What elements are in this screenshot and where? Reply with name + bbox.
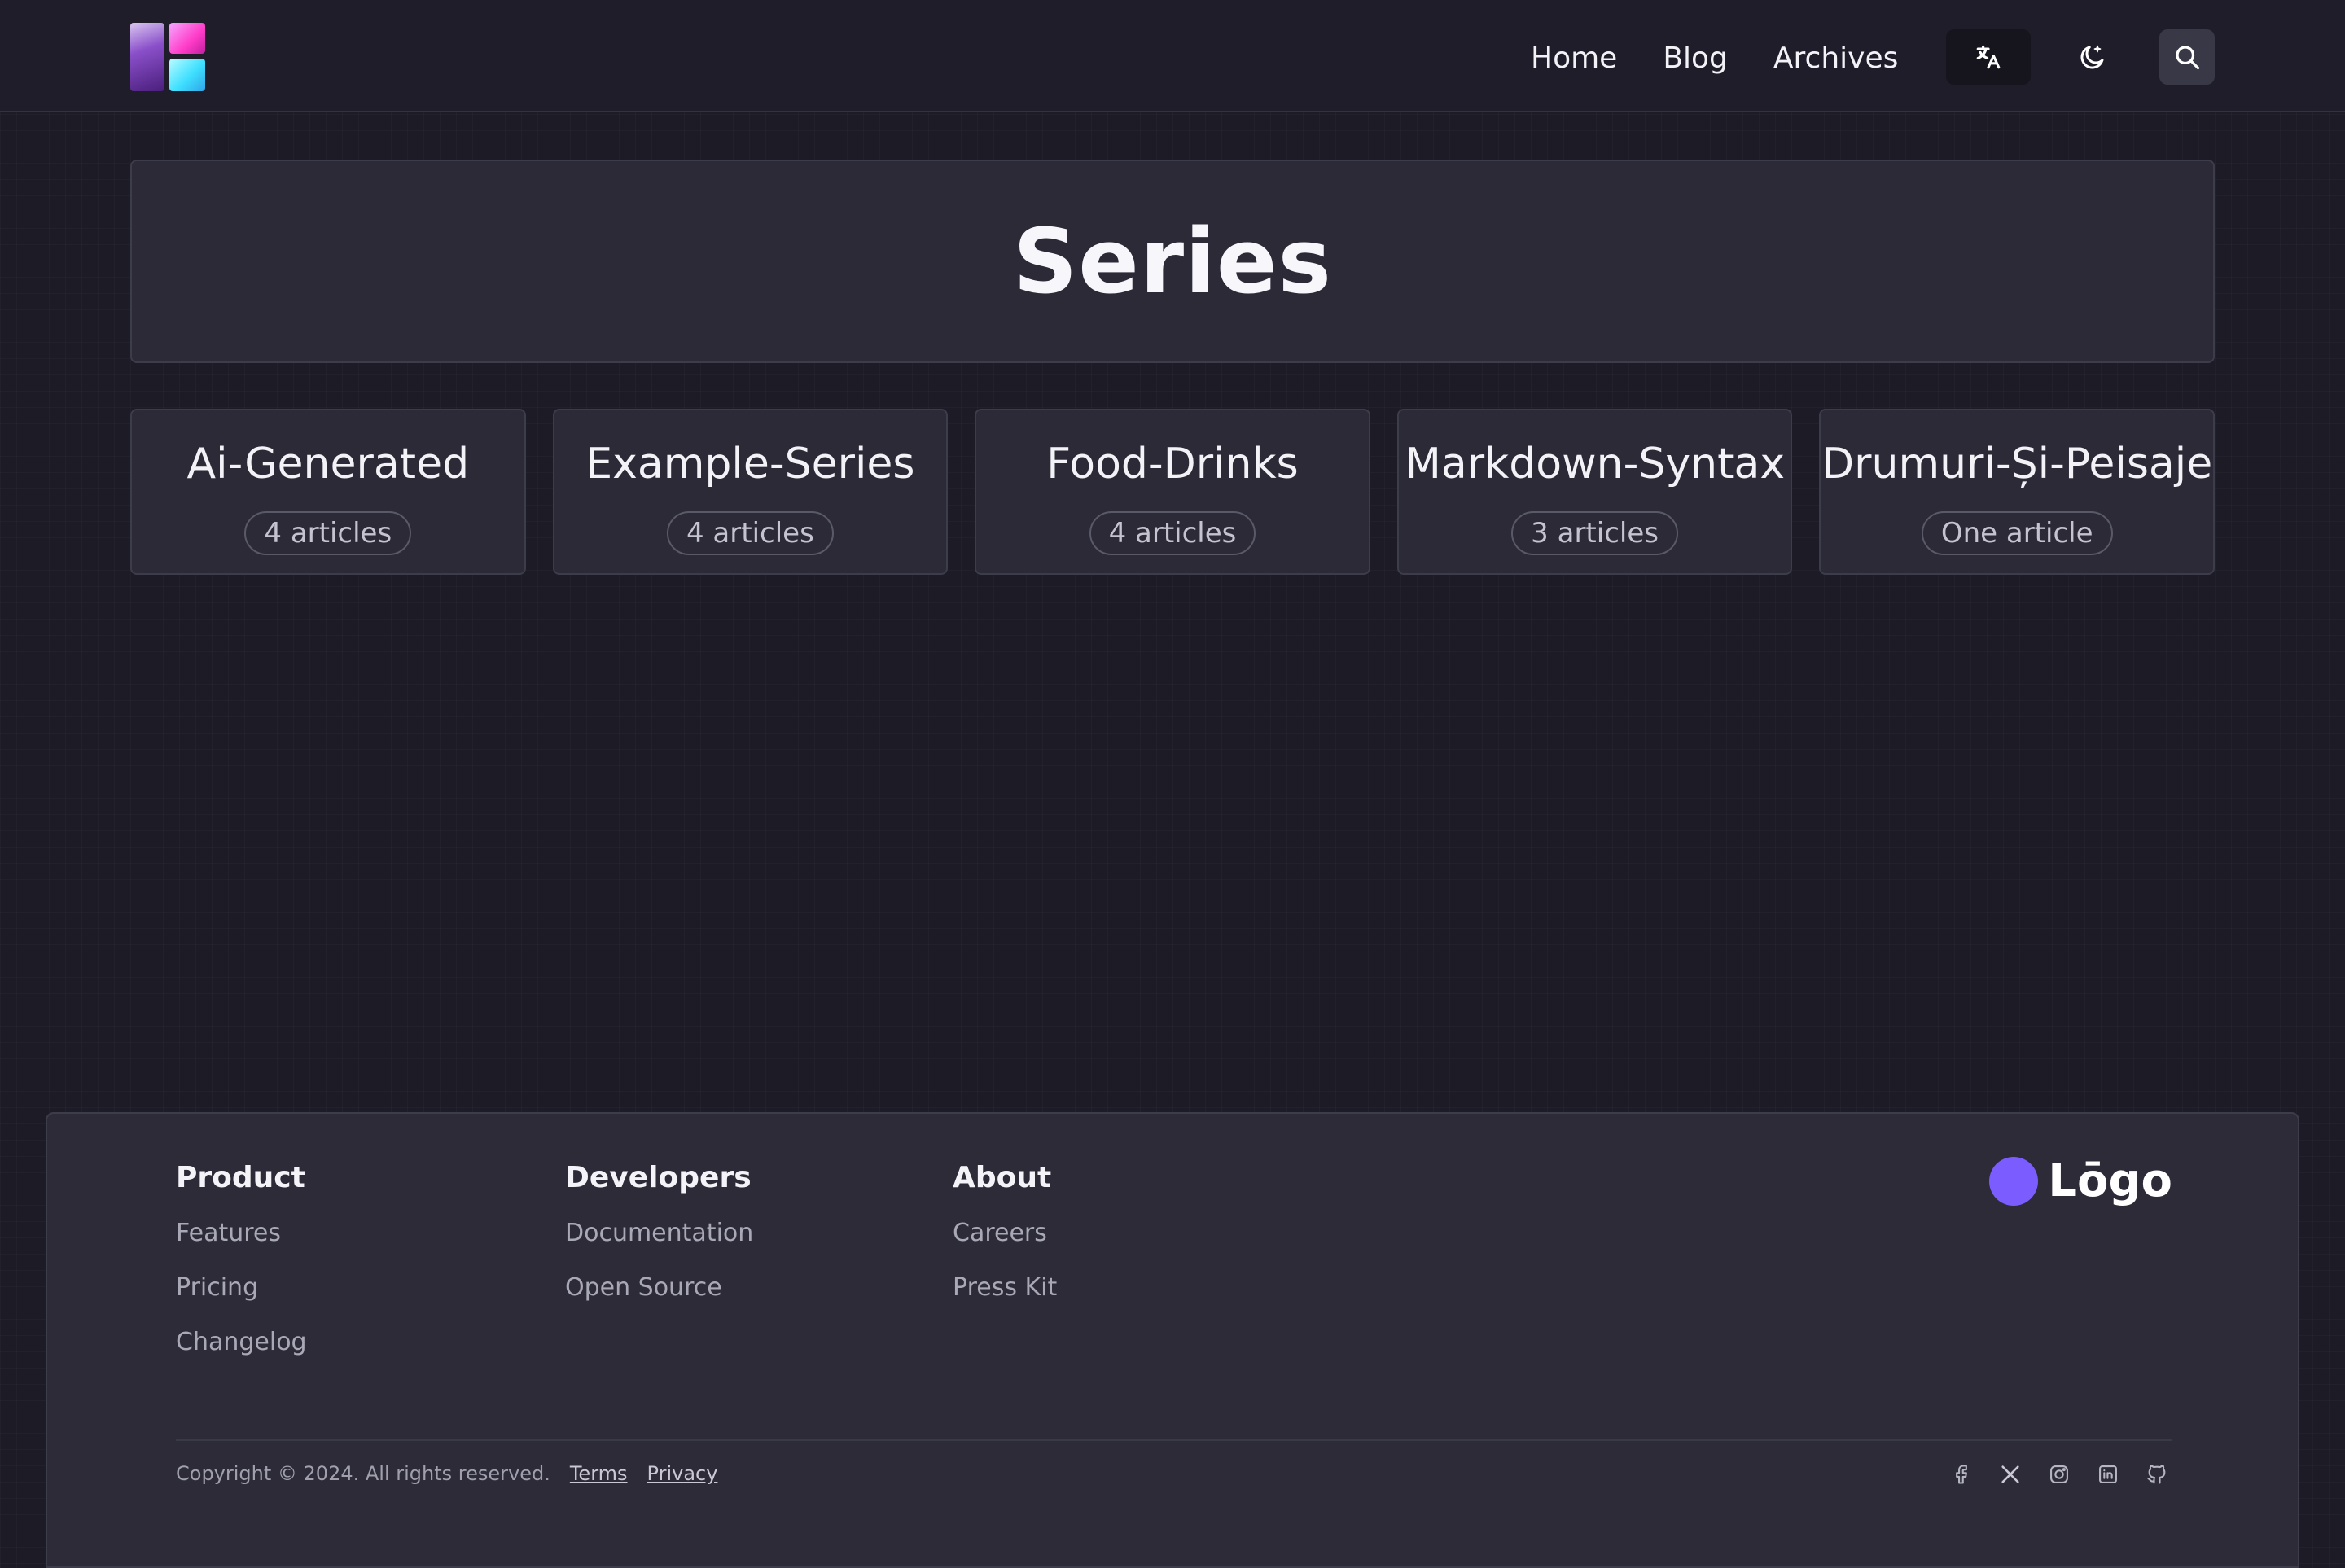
- language-button[interactable]: [1946, 29, 2031, 85]
- site-footer: Product Features Pricing Changelog Devel…: [46, 1112, 2299, 1568]
- series-name: Example-Series: [585, 440, 915, 488]
- footer-divider: [176, 1439, 2172, 1441]
- nav-blog[interactable]: Blog: [1663, 42, 1728, 75]
- copyright-text: Copyright © 2024. All rights reserved.: [176, 1462, 550, 1485]
- footer-column-about: About Careers Press Kit: [953, 1161, 1057, 1328]
- footer-column-title: About: [953, 1161, 1052, 1194]
- article-count-badge: 4 articles: [244, 511, 412, 555]
- article-count-badge: One article: [1921, 511, 2113, 555]
- footer-link-press-kit[interactable]: Press Kit: [953, 1273, 1057, 1302]
- nav-home[interactable]: Home: [1531, 42, 1617, 75]
- series-card-drumuri-si-peisaje[interactable]: Drumuri-Și-Peisaje One article: [1819, 409, 2215, 575]
- privacy-link[interactable]: Privacy: [647, 1462, 718, 1485]
- logo-tile-purple: [130, 23, 164, 91]
- series-name: Markdown-Syntax: [1405, 440, 1786, 488]
- footer-link-pricing[interactable]: Pricing: [176, 1273, 307, 1302]
- footer-legal: Copyright © 2024. All rights reserved. T…: [176, 1462, 717, 1485]
- site-header: Home Blog Archives: [0, 0, 2345, 112]
- series-list: Ai-Generated 4 articles Example-Series 4…: [130, 409, 2215, 575]
- series-name: Ai-Generated: [186, 440, 470, 488]
- logo-tile-cyan: [169, 59, 205, 91]
- footer-column-developers: Developers Documentation Open Source: [565, 1161, 753, 1328]
- brand-dot-icon: [1989, 1156, 2039, 1206]
- footer-brand-logo[interactable]: Lōgo: [1989, 1154, 2172, 1207]
- search-icon: [2176, 46, 2200, 70]
- x-icon[interactable]: [1997, 1461, 2024, 1488]
- search-button[interactable]: [2159, 29, 2215, 85]
- main-nav: Home Blog Archives: [1531, 0, 1898, 116]
- series-card-ai-generated[interactable]: Ai-Generated 4 articles: [130, 409, 526, 575]
- footer-column-title: Product: [176, 1161, 305, 1194]
- nav-archives[interactable]: Archives: [1773, 42, 1898, 75]
- facebook-icon[interactable]: [1948, 1461, 1975, 1488]
- terms-link[interactable]: Terms: [570, 1462, 628, 1485]
- brand-wordmark: Lōgo: [2048, 1154, 2172, 1207]
- article-count-badge: 3 articles: [1511, 511, 1678, 555]
- footer-link-careers[interactable]: Careers: [953, 1219, 1057, 1247]
- site-logo[interactable]: [130, 23, 205, 91]
- linkedin-icon[interactable]: [2094, 1461, 2122, 1488]
- page-title: Series: [1013, 209, 1332, 313]
- series-card-markdown-syntax[interactable]: Markdown-Syntax 3 articles: [1396, 409, 1793, 575]
- article-count-badge: 4 articles: [1089, 511, 1256, 555]
- translate-icon: [1976, 45, 2001, 69]
- footer-link-features[interactable]: Features: [176, 1219, 307, 1247]
- github-icon[interactable]: [2143, 1461, 2171, 1488]
- footer-column-product: Product Features Pricing Changelog: [176, 1161, 307, 1382]
- series-card-example-series[interactable]: Example-Series 4 articles: [552, 409, 949, 575]
- series-name: Food-Drinks: [1046, 440, 1299, 488]
- series-name: Drumuri-Și-Peisaje: [1821, 440, 2213, 488]
- series-card-food-drinks[interactable]: Food-Drinks 4 articles: [975, 409, 1370, 575]
- theme-toggle-button[interactable]: [2065, 29, 2120, 85]
- logo-tile-pink: [169, 23, 205, 54]
- article-count-badge: 4 articles: [666, 511, 834, 555]
- social-links: [1948, 1461, 2171, 1488]
- series-header-panel: Series: [130, 160, 2215, 363]
- instagram-icon[interactable]: [2045, 1461, 2073, 1488]
- footer-link-documentation[interactable]: Documentation: [565, 1219, 753, 1247]
- footer-link-open-source[interactable]: Open Source: [565, 1273, 753, 1302]
- footer-column-title: Developers: [565, 1161, 752, 1194]
- footer-link-changelog[interactable]: Changelog: [176, 1328, 307, 1356]
- moon-icon: [2080, 45, 2104, 69]
